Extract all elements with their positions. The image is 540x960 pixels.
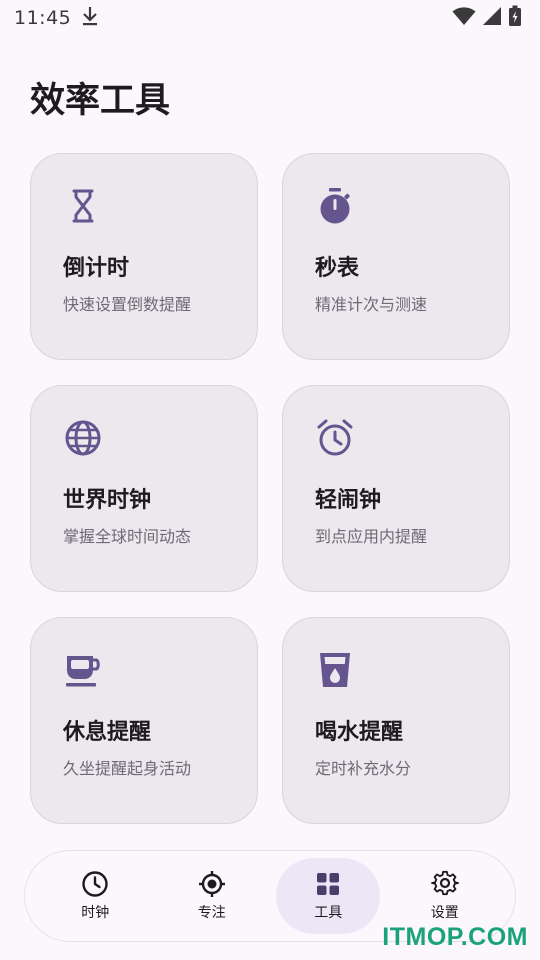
- card-title: 世界时钟: [63, 488, 152, 513]
- hourglass-icon: [63, 186, 103, 226]
- clock-icon: [81, 870, 109, 898]
- card-light-alarm[interactable]: 轻闹钟 到点应用内提醒: [282, 385, 510, 592]
- card-countdown[interactable]: 倒计时 快速设置倒数提醒: [30, 153, 258, 360]
- page-title: 效率工具: [30, 81, 171, 121]
- watermark: ITMOP.COM: [382, 923, 528, 951]
- card-subtitle: 精准计次与测速: [315, 295, 428, 314]
- card-subtitle: 久坐提醒起身活动: [63, 759, 192, 778]
- nav-item-focus[interactable]: 专注: [160, 858, 264, 934]
- card-stopwatch[interactable]: 秒表 精准计次与测速: [282, 153, 510, 360]
- card-subtitle: 快速设置倒数提醒: [63, 295, 192, 314]
- gear-icon: [430, 870, 459, 898]
- nav-label: 工具: [314, 905, 343, 921]
- status-bar: 11:45: [0, 0, 540, 36]
- card-rest-reminder[interactable]: 休息提醒 久坐提醒起身活动: [30, 617, 258, 824]
- status-left: 11:45: [14, 5, 99, 31]
- nav-label: 专注: [197, 905, 226, 921]
- tools-grid: 倒计时 快速设置倒数提醒 秒表 精准计次与测速 世界时钟 掌握全球时间动态 轻闹…: [30, 153, 510, 824]
- nav-item-clock[interactable]: 时钟: [43, 858, 147, 934]
- card-title: 喝水提醒: [315, 720, 404, 745]
- stopwatch-icon: [315, 186, 355, 226]
- water-glass-icon: [315, 650, 355, 690]
- download-icon: [81, 5, 99, 31]
- coffee-cup-icon: [63, 650, 103, 690]
- card-subtitle: 定时补充水分: [315, 759, 412, 778]
- signal-icon: [482, 6, 502, 30]
- nav-label: 设置: [430, 905, 459, 921]
- wifi-icon: [452, 6, 476, 30]
- globe-icon: [63, 418, 103, 458]
- alarm-clock-icon: [315, 418, 355, 458]
- card-water-reminder[interactable]: 喝水提醒 定时补充水分: [282, 617, 510, 824]
- card-title: 轻闹钟: [315, 488, 382, 513]
- card-title: 倒计时: [63, 256, 130, 281]
- grid-apps-icon: [314, 870, 342, 898]
- card-subtitle: 到点应用内提醒: [315, 527, 428, 546]
- card-title: 秒表: [315, 256, 360, 281]
- status-right: [452, 5, 522, 31]
- card-title: 休息提醒: [63, 720, 152, 745]
- focus-target-icon: [198, 870, 226, 898]
- status-time: 11:45: [14, 7, 72, 29]
- nav-item-tools[interactable]: 工具: [276, 858, 381, 934]
- battery-charging-icon: [508, 5, 522, 31]
- card-world-clock[interactable]: 世界时钟 掌握全球时间动态: [30, 385, 258, 592]
- card-subtitle: 掌握全球时间动态: [63, 527, 192, 546]
- nav-label: 时钟: [81, 905, 110, 921]
